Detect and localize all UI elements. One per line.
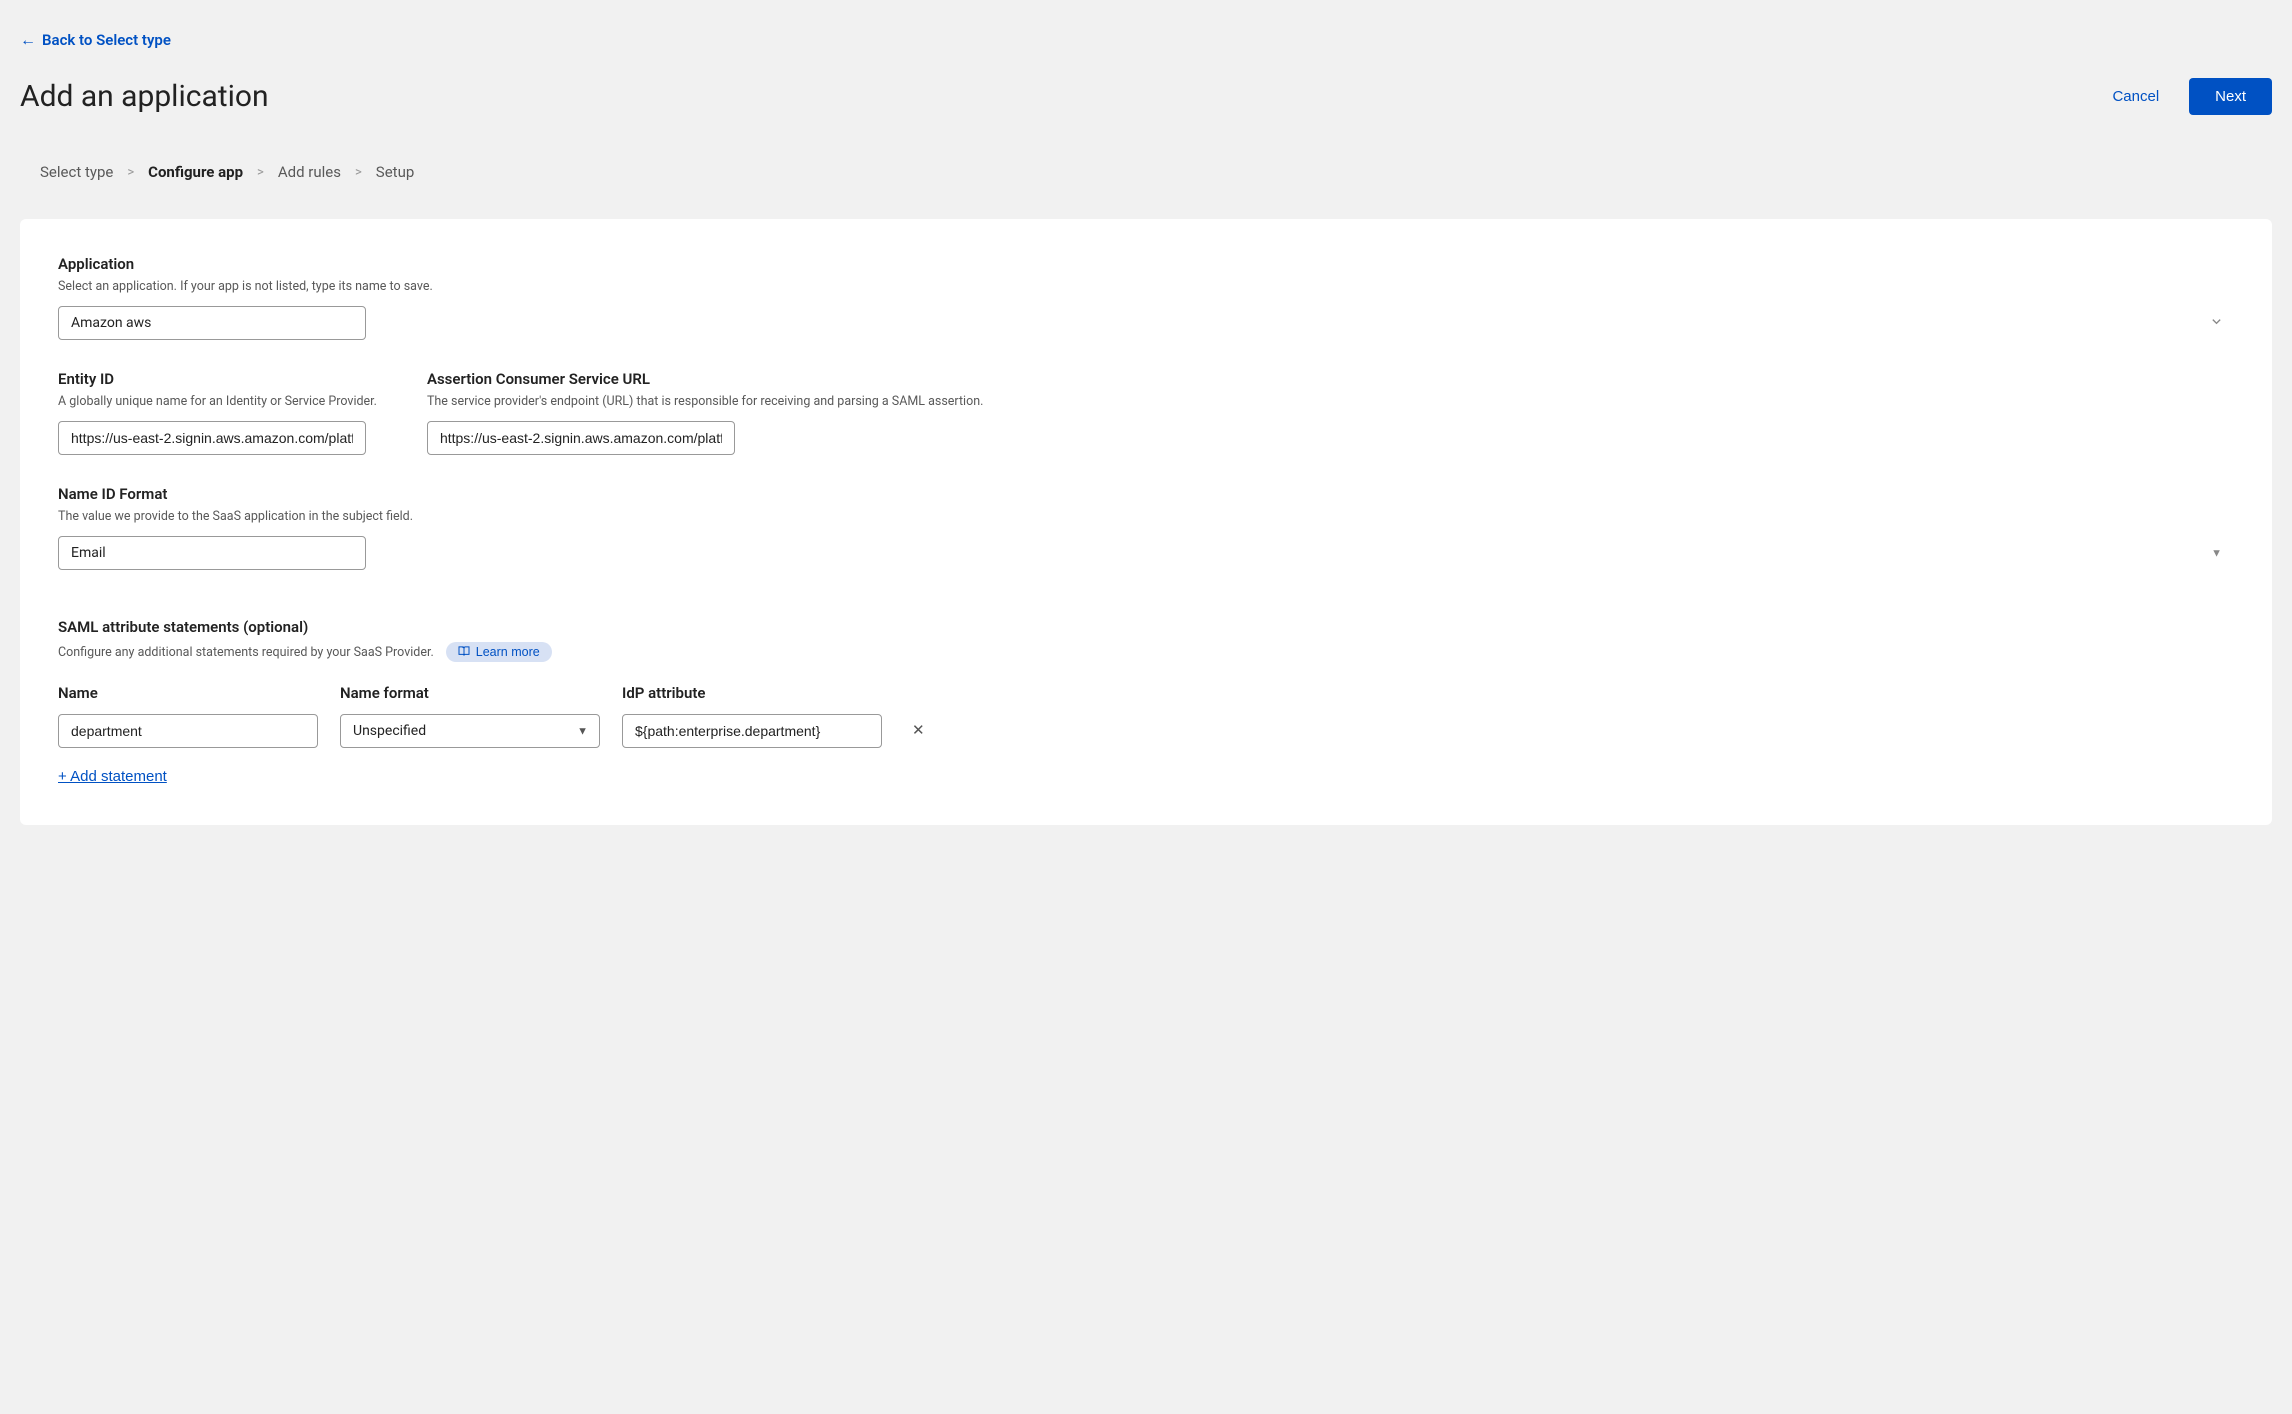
- attr-format-col: Name format Unspecified ▼: [340, 684, 600, 748]
- breadcrumb-step-select-type[interactable]: Select type: [40, 163, 113, 181]
- arrow-left-icon: ←: [20, 30, 36, 50]
- attr-name-col: Name: [58, 684, 318, 748]
- entity-id-help: A globally unique name for an Identity o…: [58, 394, 377, 409]
- cancel-button[interactable]: Cancel: [2100, 80, 2171, 113]
- application-field: Application Select an application. If yo…: [58, 255, 2234, 340]
- page-header: Add an application Cancel Next: [20, 78, 2272, 115]
- close-icon: ✕: [912, 722, 925, 739]
- entity-id-field: Entity ID A globally unique name for an …: [58, 370, 377, 455]
- chevron-right-icon: >: [355, 165, 362, 180]
- form-card: Application Select an application. If yo…: [20, 219, 2272, 825]
- back-link[interactable]: ← Back to Select type: [20, 30, 171, 50]
- learn-more-button[interactable]: Learn more: [446, 642, 552, 662]
- remove-statement-button[interactable]: ✕: [904, 717, 933, 743]
- next-button[interactable]: Next: [2189, 78, 2272, 115]
- entity-id-label: Entity ID: [58, 370, 377, 388]
- learn-more-label: Learn more: [476, 645, 540, 659]
- chevron-down-icon: [2211, 316, 2222, 330]
- chevron-right-icon: >: [257, 165, 264, 180]
- attr-name-header: Name: [58, 684, 318, 702]
- acs-url-input[interactable]: [427, 421, 735, 455]
- chevron-right-icon: >: [127, 165, 134, 180]
- back-link-label: Back to Select type: [42, 31, 171, 49]
- attr-format-header: Name format: [340, 684, 600, 702]
- chevron-down-icon: ▼: [2211, 547, 2222, 560]
- attr-idp-col: IdP attribute: [622, 684, 882, 748]
- document-icon: [458, 646, 470, 659]
- application-label: Application: [58, 255, 2234, 273]
- page-title: Add an application: [20, 79, 269, 114]
- breadcrumb-step-setup[interactable]: Setup: [376, 163, 414, 181]
- acs-url-label: Assertion Consumer Service URL: [427, 370, 983, 388]
- acs-url-field: Assertion Consumer Service URL The servi…: [427, 370, 983, 455]
- entity-id-input[interactable]: [58, 421, 366, 455]
- attr-idp-input[interactable]: [622, 714, 882, 748]
- breadcrumb-step-configure-app: Configure app: [148, 163, 243, 181]
- name-id-field: Name ID Format The value we provide to t…: [58, 485, 2234, 570]
- chevron-down-icon: ▼: [577, 725, 588, 738]
- application-select-value: Amazon aws: [71, 315, 151, 331]
- attr-idp-header: IdP attribute: [622, 684, 882, 702]
- breadcrumb: Select type > Configure app > Add rules …: [20, 155, 2272, 189]
- name-id-help: The value we provide to the SaaS applica…: [58, 509, 2234, 524]
- application-help: Select an application. If your app is no…: [58, 279, 2234, 294]
- attr-name-input[interactable]: [58, 714, 318, 748]
- add-statement-button[interactable]: + Add statement: [58, 768, 167, 785]
- breadcrumb-step-add-rules[interactable]: Add rules: [278, 163, 341, 181]
- saml-label: SAML attribute statements (optional): [58, 618, 2234, 636]
- name-id-select[interactable]: Email ▼: [58, 536, 366, 570]
- header-buttons: Cancel Next: [2100, 78, 2272, 115]
- attr-format-value: Unspecified: [353, 723, 426, 739]
- acs-url-help: The service provider's endpoint (URL) th…: [427, 394, 983, 409]
- saml-section: SAML attribute statements (optional) Con…: [58, 618, 2234, 785]
- name-id-label: Name ID Format: [58, 485, 2234, 503]
- application-select[interactable]: Amazon aws: [58, 306, 366, 340]
- saml-help: Configure any additional statements requ…: [58, 645, 434, 660]
- attr-format-select[interactable]: Unspecified: [340, 714, 600, 748]
- name-id-select-value: Email: [71, 545, 106, 561]
- saml-attribute-row: Name Name format Unspecified ▼ IdP attri…: [58, 684, 2234, 748]
